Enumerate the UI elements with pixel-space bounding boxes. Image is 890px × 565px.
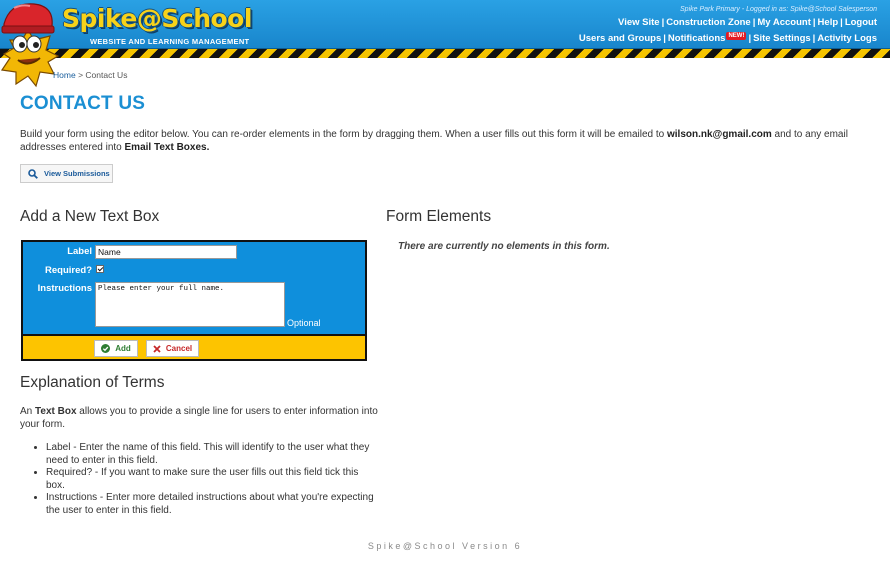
magnifier-icon	[28, 168, 38, 179]
explanation-list: Label - Enter the name of this field. Th…	[20, 442, 380, 517]
nav-users-and-groups[interactable]: Users and Groups	[579, 33, 661, 44]
breadcrumb-separator: >	[78, 70, 84, 80]
optional-hint: Optional	[287, 318, 321, 328]
explanation-heading: Explanation of Terms	[20, 374, 165, 391]
hazard-stripe	[0, 48, 890, 58]
nav-separator: |	[812, 17, 816, 28]
label-field-label: Label	[67, 246, 92, 257]
list-item: Instructions - Enter more detailed instr…	[46, 492, 380, 517]
text-box-term: Text Box	[35, 406, 77, 417]
add-button[interactable]: Add	[94, 340, 138, 357]
nav-my-account[interactable]: My Account	[757, 17, 810, 28]
nav-site-settings[interactable]: Site Settings	[753, 33, 811, 44]
notification-email: wilson.nk@gmail.com	[667, 129, 772, 140]
x-icon	[153, 344, 161, 353]
instructions-textarea[interactable]: Please enter your full name.	[95, 282, 285, 327]
logo-subtitle: WEBSITE AND LEARNING MANAGEMENT	[90, 37, 250, 46]
no-elements-message: There are currently no elements in this …	[398, 241, 610, 252]
nav-activity-logs[interactable]: Activity Logs	[817, 33, 877, 44]
logo-text: Spike@School	[62, 4, 252, 33]
list-item: Label - Enter the name of this field. Th…	[46, 442, 380, 467]
breadcrumb: Home > Contact Us	[53, 70, 127, 80]
site-logo[interactable]: Spike@School WEBSITE AND LEARNING MANAGE…	[62, 4, 252, 48]
site-header: Spike@School WEBSITE AND LEARNING MANAGE…	[0, 0, 890, 88]
required-checkbox[interactable]	[96, 265, 104, 273]
login-info: Spike Park Primary - Logged in as: Spike…	[680, 6, 877, 13]
add-text-box-form: Label Required? Instructions Please ente…	[21, 240, 367, 361]
footer-version: Spike@School Version 6	[367, 541, 523, 551]
breadcrumb-home[interactable]: Home	[53, 70, 76, 80]
nav-separator: |	[812, 33, 816, 44]
top-nav-primary: View Site | Construction Zone | My Account | H…	[618, 17, 877, 28]
nav-separator: |	[663, 33, 666, 44]
email-text-boxes-term: Email Text Boxes.	[124, 142, 210, 153]
form-actions-bar: Add Cancel	[23, 334, 365, 359]
add-text-box-heading: Add a New Text Box	[20, 208, 160, 225]
nav-separator: |	[752, 17, 756, 28]
breadcrumb-current: Contact Us	[85, 70, 128, 80]
nav-logout[interactable]: Logout	[845, 17, 877, 28]
view-submissions-label: View Submissions	[44, 169, 110, 178]
nav-separator: |	[840, 17, 843, 28]
view-submissions-button[interactable]: View Submissions	[20, 164, 113, 183]
nav-help[interactable]: Help	[818, 17, 839, 28]
nav-notifications[interactable]: Notifications NEW!	[667, 32, 747, 44]
add-button-label: Add	[115, 344, 131, 353]
list-item: Required? - If you want to make sure the…	[46, 467, 380, 492]
required-field-label: Required?	[45, 265, 92, 276]
nav-construction-zone[interactable]: Construction Zone	[666, 17, 750, 28]
form-fields-area: Label Required? Instructions Please ente…	[23, 242, 365, 334]
instructions-field-label: Instructions	[37, 283, 92, 294]
nav-separator: |	[661, 17, 665, 28]
explanation-prefix: An	[20, 406, 36, 417]
label-input[interactable]	[95, 245, 237, 259]
nav-view-site[interactable]: View Site	[618, 17, 660, 28]
intro-text: Build your form using the editor below. …	[20, 128, 880, 154]
new-badge: NEW!	[726, 32, 747, 40]
form-elements-heading: Form Elements	[386, 208, 492, 225]
nav-notifications-label: Notifications	[667, 33, 726, 44]
page-title: CONTACT US	[20, 93, 146, 114]
cancel-button-label: Cancel	[165, 344, 193, 353]
cancel-button[interactable]: Cancel	[146, 340, 199, 357]
explanation-paragraph: An Text Box allows you to provide a sing…	[20, 406, 380, 431]
nav-separator: |	[748, 33, 752, 44]
intro-text-part1: Build your form using the editor below. …	[20, 129, 667, 140]
checkmark-circle-icon	[101, 344, 111, 353]
top-nav-secondary: Users and Groups | Notifications NEW! | Site …	[579, 32, 877, 44]
